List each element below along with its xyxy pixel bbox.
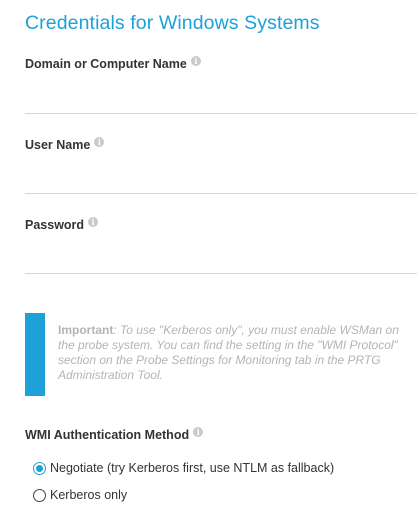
- wmi-auth-label-text: WMI Authentication Method: [25, 428, 190, 442]
- radio-unchecked-icon[interactable]: [33, 488, 46, 502]
- password-label-text: Password: [25, 218, 85, 232]
- important-note: Important: To use "Kerberos only", you m…: [25, 313, 417, 396]
- credentials-panel: Credentials for Windows Systems Domain o…: [0, 0, 417, 529]
- radio-kerberos-label: Kerberos only: [50, 488, 128, 502]
- username-input[interactable]: [25, 170, 417, 194]
- note-text: Important: To use "Kerberos only", you m…: [58, 323, 403, 383]
- wmi-auth-label: WMI Authentication Method i: [25, 427, 204, 442]
- radio-negotiate-label: Negotiate (try Kerberos first, use NTLM …: [50, 461, 335, 475]
- note-strong: Important: [58, 323, 114, 337]
- info-icon[interactable]: i: [193, 427, 204, 437]
- section-title: Credentials for Windows Systems: [25, 12, 320, 34]
- domain-label-text: Domain or Computer Name: [25, 57, 187, 71]
- radio-negotiate[interactable]: Negotiate (try Kerberos first, use NTLM …: [33, 461, 334, 475]
- username-label-text: User Name: [25, 138, 91, 152]
- radio-checked-icon[interactable]: [33, 461, 46, 475]
- info-icon[interactable]: i: [190, 56, 201, 66]
- username-label: User Name i: [25, 137, 105, 152]
- radio-kerberos[interactable]: Kerberos only: [33, 488, 127, 502]
- domain-input[interactable]: [25, 90, 417, 114]
- password-label: Password i: [25, 217, 99, 232]
- info-icon[interactable]: i: [94, 137, 105, 147]
- password-input[interactable]: [25, 250, 417, 274]
- info-icon[interactable]: i: [88, 217, 99, 227]
- radio-dot: [36, 464, 43, 472]
- domain-label: Domain or Computer Name i: [25, 56, 201, 71]
- note-accent-bar: [25, 313, 45, 396]
